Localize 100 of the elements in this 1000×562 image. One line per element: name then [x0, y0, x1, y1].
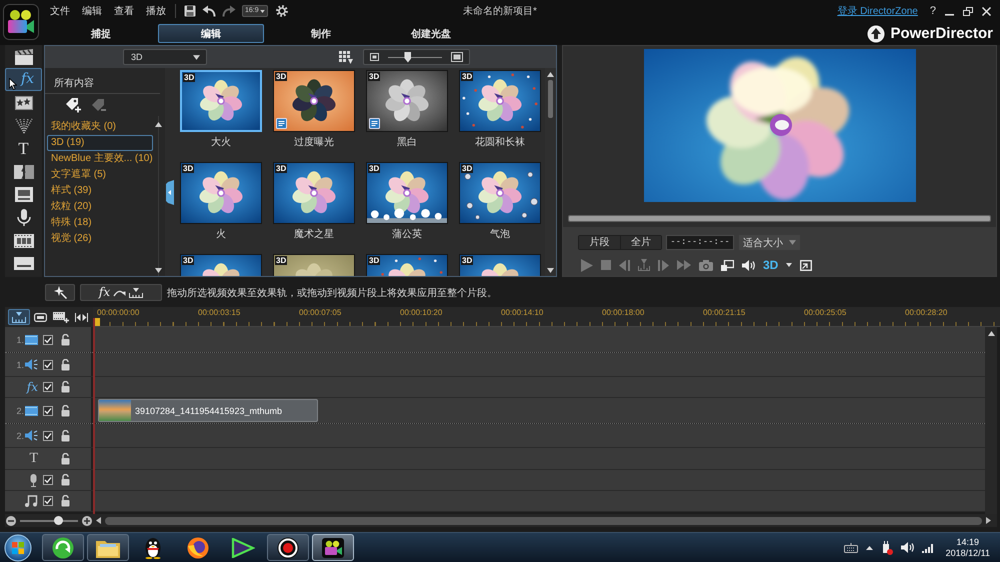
room-tab[interactable]: T — [5, 137, 42, 160]
category-dropdown[interactable]: 3D — [123, 49, 207, 65]
volume-icon[interactable] — [900, 542, 914, 553]
close-icon[interactable] — [982, 6, 991, 16]
small-thumbnail-icon[interactable] — [370, 53, 379, 61]
grid-view-icon[interactable] — [339, 50, 353, 64]
effect-thumbnail[interactable]: 3D — [366, 254, 448, 276]
padlock-icon[interactable] — [61, 334, 70, 346]
effect-thumbnail[interactable]: 3D — [459, 254, 541, 276]
track-checkbox[interactable] — [43, 360, 53, 370]
effect-thumbnail[interactable]: 3D — [366, 162, 448, 224]
padlock-icon[interactable] — [61, 430, 70, 442]
padlock-icon[interactable] — [61, 495, 70, 507]
mode-tab[interactable]: 制作 — [268, 24, 374, 43]
scroll-right-icon[interactable] — [986, 517, 991, 524]
effect-thumbnail[interactable]: 3D — [273, 162, 355, 224]
horizontal-scrollbar[interactable] — [105, 516, 982, 524]
taskbar-button[interactable] — [87, 534, 129, 561]
scroll-left-icon[interactable] — [96, 517, 101, 524]
effect-thumbnail[interactable]: 3D — [366, 70, 448, 132]
scroll-up-icon[interactable] — [547, 72, 554, 77]
remove-tag-icon[interactable] — [91, 98, 107, 112]
play-icon[interactable] — [581, 258, 593, 272]
effect-thumbnail[interactable]: 3D — [180, 162, 262, 224]
menu-item[interactable]: 播放 — [146, 4, 166, 18]
large-thumbnail-icon[interactable] — [451, 52, 463, 62]
effect-thumbnail[interactable]: 3D — [180, 254, 262, 276]
preview-mode-button[interactable]: 片段 — [579, 236, 620, 249]
padlock-icon[interactable] — [61, 381, 70, 393]
menu-item[interactable]: 文件 — [50, 4, 70, 18]
track-checkbox[interactable] — [43, 496, 53, 506]
slider-thumb[interactable] — [404, 52, 412, 62]
view-mode-button[interactable] — [51, 309, 71, 325]
menu-item[interactable]: 查看 — [114, 4, 134, 18]
scroll-down-icon[interactable] — [547, 268, 554, 273]
settings-icon[interactable] — [276, 5, 288, 17]
stereo-3d-button[interactable]: 3D — [763, 258, 778, 272]
start-orb-icon[interactable] — [4, 534, 32, 562]
previous-frame-icon[interactable] — [619, 260, 630, 270]
track-checkbox[interactable] — [43, 382, 53, 392]
caret-icon[interactable] — [786, 263, 792, 267]
padlock-icon[interactable] — [61, 358, 70, 370]
track-scrollbar[interactable] — [985, 327, 997, 514]
collapse-handle[interactable] — [166, 180, 174, 205]
effect-thumbnail[interactable]: 3D — [273, 70, 355, 132]
effect-thumbnail[interactable]: 3D — [459, 70, 541, 132]
zoom-in-icon[interactable] — [82, 516, 92, 526]
power-plug-icon[interactable] — [880, 540, 893, 554]
fast-forward-icon[interactable] — [677, 260, 691, 270]
taskbar-button[interactable] — [312, 534, 354, 561]
taskbar-button[interactable] — [267, 534, 309, 561]
scroll-thumb[interactable] — [548, 80, 553, 118]
category-item[interactable]: 视觉 (26) — [47, 231, 153, 247]
add-tag-icon[interactable] — [65, 97, 81, 113]
next-frame-icon[interactable] — [658, 260, 669, 270]
taskbar-button[interactable] — [42, 534, 84, 561]
volume-icon[interactable] — [742, 260, 755, 270]
magic-effect-button[interactable] — [45, 284, 75, 301]
category-item[interactable]: 特殊 (18) — [47, 215, 153, 231]
clock-time[interactable]: 14:19 — [956, 536, 980, 548]
mode-tab[interactable]: 捕捉 — [48, 24, 154, 43]
mode-tab[interactable]: 创建光盘 — [378, 24, 484, 43]
timecode-field[interactable]: --:--:--:-- — [666, 235, 734, 250]
track-checkbox[interactable] — [43, 430, 53, 440]
undock-window-icon[interactable] — [721, 260, 734, 270]
view-mode-button[interactable] — [8, 309, 30, 325]
effect-thumbnail[interactable]: 3D — [180, 70, 262, 132]
category-item[interactable]: 我的收藏夹 (0) — [47, 119, 153, 135]
timeline-ruler[interactable]: 00:00:00:00 00:00:03:15 00:00:07:05 00:00:10:20 00:00:14:10 00:00:18:00 00:00:21:15 00:00:25:05 00:00:28:20 — [93, 307, 1000, 327]
restore-icon[interactable] — [963, 6, 973, 16]
mode-tab[interactable]: 编辑 — [158, 24, 264, 43]
category-item[interactable]: NewBlue 主要效... (10) — [47, 151, 153, 167]
fullscreen-icon[interactable] — [800, 260, 812, 270]
redo-icon[interactable] — [222, 5, 236, 17]
padlock-icon[interactable] — [61, 404, 70, 416]
help-button[interactable]: ? — [930, 5, 936, 17]
track-lane[interactable]: 39107284_1411954415923_mthumb — [93, 398, 985, 423]
effect-thumbnail[interactable]: 3D — [273, 254, 355, 276]
marker-icon[interactable] — [638, 259, 650, 271]
room-tab[interactable]: fx — [5, 68, 42, 91]
scroll-down-icon[interactable] — [155, 268, 162, 273]
video-clip[interactable]: 39107284_1411954415923_mthumb — [98, 399, 318, 422]
category-item[interactable]: 样式 (39) — [47, 183, 153, 199]
zoom-out-icon[interactable] — [6, 516, 16, 526]
padlock-icon[interactable] — [61, 452, 70, 464]
playhead[interactable] — [93, 318, 100, 514]
undo-icon[interactable] — [202, 5, 216, 17]
padlock-icon[interactable] — [61, 474, 70, 486]
clock-date[interactable]: 2018/12/11 — [946, 548, 990, 558]
up-arrow-circle-icon[interactable] — [867, 24, 886, 42]
preview-mode-button[interactable]: 全片 — [620, 236, 661, 249]
track-checkbox[interactable] — [43, 406, 53, 416]
show-hidden-icons-icon[interactable] — [866, 546, 873, 550]
signal-bars-icon[interactable] — [922, 542, 934, 552]
track-checkbox[interactable] — [43, 334, 53, 344]
category-item[interactable]: 3D (19) — [47, 135, 153, 151]
slider-thumb[interactable] — [54, 516, 64, 525]
effect-thumbnail[interactable]: 3D — [459, 162, 541, 224]
category-item[interactable]: 炫粒 (20) — [47, 199, 153, 215]
login-link[interactable]: 登录 DirectorZone — [837, 4, 918, 18]
